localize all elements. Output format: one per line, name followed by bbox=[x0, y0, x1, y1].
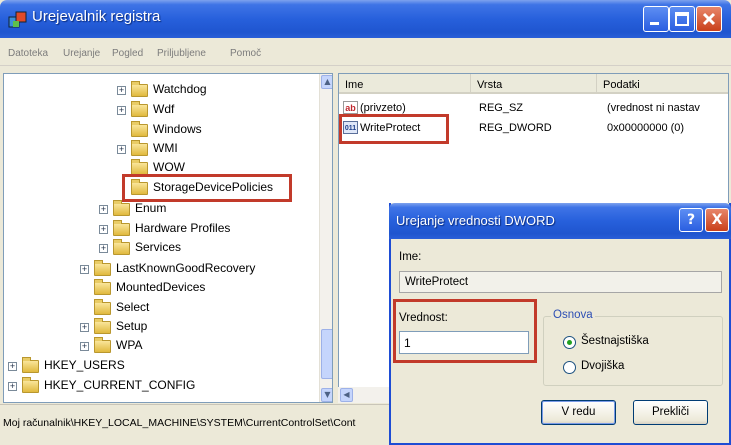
tree-item-label: Wdf bbox=[153, 102, 175, 116]
close-button[interactable] bbox=[696, 6, 722, 32]
highlight-storagedevicepolicies bbox=[122, 174, 292, 202]
highlight-writeprotect bbox=[339, 114, 449, 144]
tree-item-label: Enum bbox=[135, 201, 167, 215]
tree-item-label: HKEY_CURRENT_CONFIG bbox=[44, 378, 196, 392]
expand-icon[interactable]: + bbox=[99, 225, 108, 234]
tree-scrollbar[interactable]: ▲ ▼ bbox=[319, 74, 332, 402]
expand-icon[interactable]: + bbox=[117, 106, 126, 115]
expand-icon[interactable]: + bbox=[117, 86, 126, 95]
minimize-button[interactable] bbox=[643, 6, 669, 32]
base-groupbox bbox=[543, 316, 723, 386]
value-type: REG_SZ bbox=[479, 102, 524, 114]
value-name: (privzeto) bbox=[360, 102, 406, 114]
scroll-up-arrow-icon[interactable]: ▲ bbox=[321, 75, 332, 89]
status-bar: Moj računalnik\HKEY_LOCAL_MACHINE\SYSTEM… bbox=[0, 404, 390, 445]
maximize-icon bbox=[675, 12, 689, 26]
column-data[interactable]: Podatki bbox=[597, 74, 728, 94]
tree-item-label: Services bbox=[135, 240, 182, 254]
column-name[interactable]: Ime bbox=[339, 74, 471, 94]
folder-icon bbox=[94, 260, 111, 276]
menu-favorites[interactable]: Priljubljene bbox=[157, 48, 206, 59]
folder-icon bbox=[131, 121, 148, 137]
column-type[interactable]: Vrsta bbox=[471, 74, 597, 94]
menu-bar: Datoteka Urejanje Pogled Priljubljene Po… bbox=[0, 38, 731, 66]
base-label: Osnova bbox=[551, 309, 595, 321]
value-data: (vrednost ni nastav bbox=[607, 102, 700, 114]
tree-item-label: Windows bbox=[153, 122, 202, 136]
tree-item-label: Setup bbox=[116, 319, 148, 333]
folder-icon bbox=[94, 299, 111, 315]
menu-edit[interactable]: Urejanje bbox=[63, 48, 100, 59]
menu-view[interactable]: Pogled bbox=[112, 48, 143, 59]
tree-item-label: Select bbox=[116, 300, 150, 314]
expand-icon[interactable]: + bbox=[8, 362, 17, 371]
folder-icon bbox=[113, 220, 130, 236]
menu-file[interactable]: Datoteka bbox=[8, 48, 48, 59]
value-data: 0x00000000 (0) bbox=[607, 122, 685, 134]
radio-decimal-label[interactable]: Dvojiška bbox=[581, 360, 624, 372]
folder-icon bbox=[131, 140, 148, 156]
close-icon bbox=[702, 12, 716, 26]
ok-button[interactable]: V redu bbox=[541, 400, 616, 425]
expand-icon[interactable]: + bbox=[80, 323, 89, 332]
highlight-value bbox=[393, 299, 537, 363]
registry-editor-window: Urejevalnik registra Datoteka Urejanje P… bbox=[0, 0, 731, 445]
value-type: REG_DWORD bbox=[479, 122, 552, 134]
maximize-button[interactable] bbox=[669, 6, 695, 32]
name-label: Ime: bbox=[399, 251, 422, 263]
expand-icon[interactable]: + bbox=[99, 205, 108, 214]
expand-icon[interactable]: + bbox=[117, 145, 126, 154]
dialog-title-bar[interactable]: Urejanje vrednosti DWORD ? X bbox=[389, 203, 731, 239]
registry-tree[interactable]: + Watchdog + Wdf Windows + WMI WOW StorageD… bbox=[3, 73, 333, 403]
radio-hexadecimal[interactable] bbox=[563, 336, 576, 349]
folder-icon bbox=[22, 357, 39, 373]
folder-icon bbox=[113, 200, 130, 216]
folder-icon bbox=[131, 101, 148, 117]
tree-item-label: WOW bbox=[153, 160, 185, 174]
edit-dword-dialog: Urejanje vrednosti DWORD ? X Ime: WriteP… bbox=[389, 203, 731, 445]
tree-item-label: MountedDevices bbox=[116, 280, 206, 294]
folder-icon bbox=[113, 239, 130, 255]
expand-icon[interactable]: + bbox=[80, 342, 89, 351]
folder-icon bbox=[94, 279, 111, 295]
scroll-down-arrow-icon[interactable]: ▼ bbox=[321, 388, 332, 402]
scroll-thumb[interactable] bbox=[321, 329, 332, 379]
radio-decimal[interactable] bbox=[563, 361, 576, 374]
tree-item-label: WMI bbox=[153, 141, 178, 155]
dialog-close-button[interactable]: X bbox=[705, 208, 729, 232]
radio-hexadecimal-label[interactable]: Šestnajstiška bbox=[581, 335, 649, 347]
registry-editor-icon bbox=[8, 11, 27, 28]
folder-icon bbox=[22, 377, 39, 393]
scroll-left-arrow-icon[interactable]: ◀ bbox=[340, 388, 353, 402]
name-field: WriteProtect bbox=[399, 271, 722, 293]
tree-item-label: HKEY_USERS bbox=[44, 358, 125, 372]
tree-item-label: LastKnownGoodRecovery bbox=[116, 261, 256, 275]
tree-item-label: Hardware Profiles bbox=[135, 221, 231, 235]
status-path: Moj računalnik\HKEY_LOCAL_MACHINE\SYSTEM… bbox=[3, 417, 356, 429]
dialog-title: Urejanje vrednosti DWORD bbox=[396, 213, 555, 228]
minimize-icon bbox=[650, 22, 659, 25]
tree-item-label: Watchdog bbox=[153, 82, 207, 96]
title-bar[interactable]: Urejevalnik registra bbox=[0, 0, 731, 38]
expand-icon[interactable]: + bbox=[8, 382, 17, 391]
string-value-icon: ab bbox=[343, 101, 358, 114]
window-title: Urejevalnik registra bbox=[32, 8, 161, 25]
folder-icon bbox=[94, 337, 111, 353]
folder-icon bbox=[94, 318, 111, 334]
help-button[interactable]: ? bbox=[679, 208, 703, 232]
tree-item-label: WPA bbox=[116, 338, 143, 352]
menu-help[interactable]: Pomoč bbox=[230, 48, 261, 59]
expand-icon[interactable]: + bbox=[80, 265, 89, 274]
expand-icon[interactable]: + bbox=[99, 244, 108, 253]
folder-icon bbox=[131, 81, 148, 97]
cancel-button[interactable]: Prekliči bbox=[633, 400, 708, 425]
